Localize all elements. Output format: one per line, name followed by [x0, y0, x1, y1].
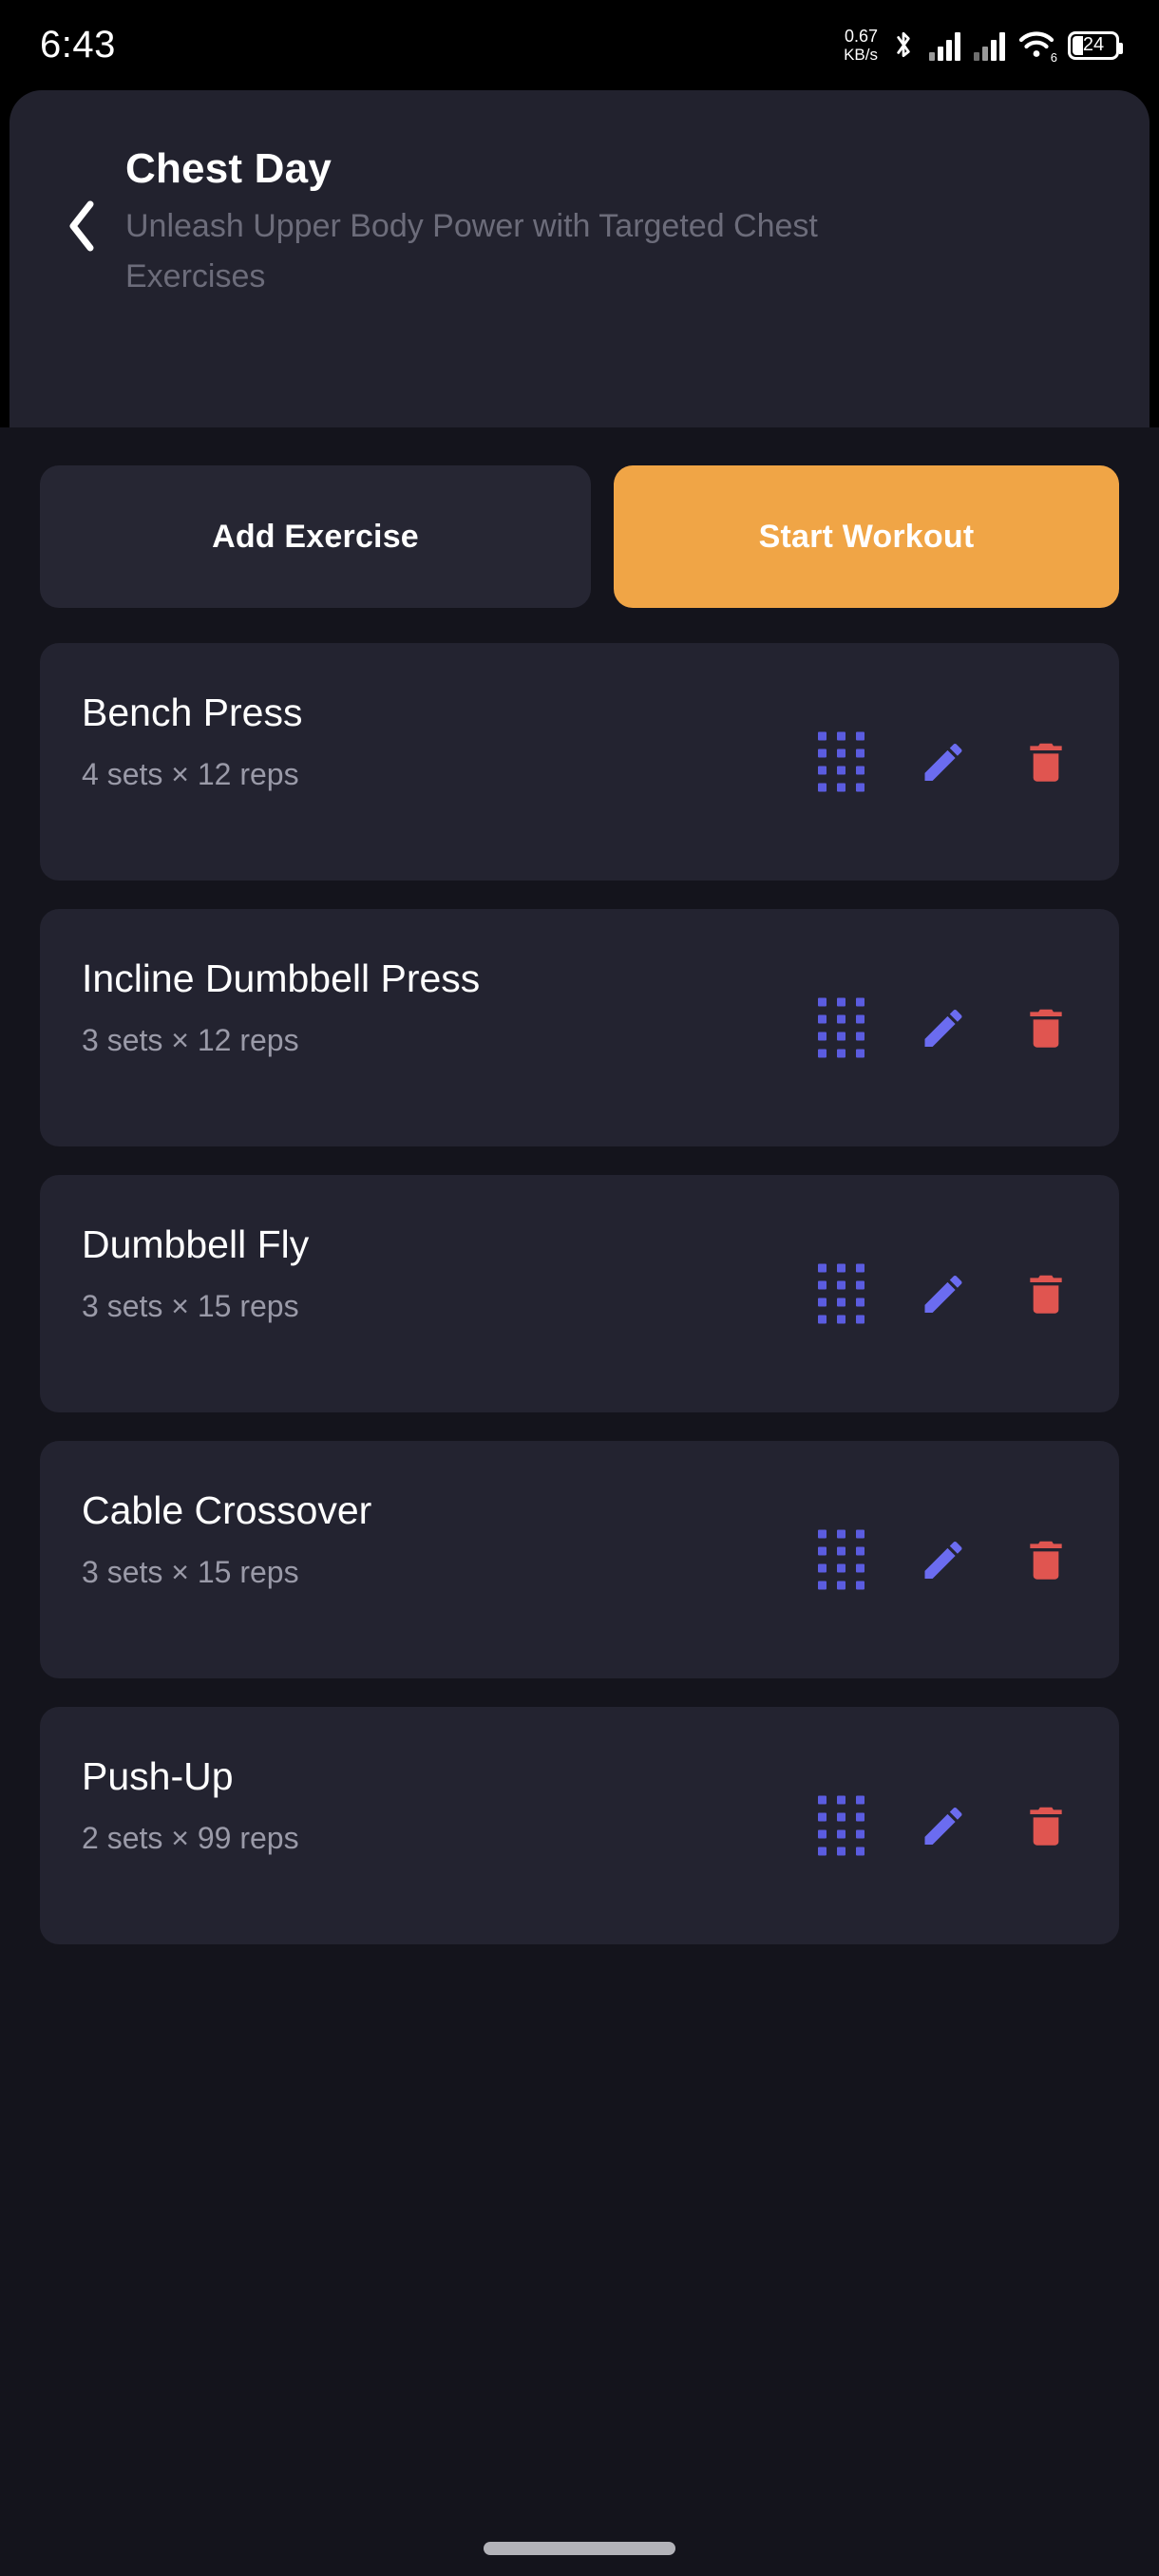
home-indicator[interactable]: [484, 2542, 675, 2555]
back-button[interactable]: [48, 192, 116, 260]
action-buttons-row: Add Exercise Start Workout: [0, 427, 1159, 608]
exercise-actions: [818, 1795, 1070, 1856]
exercise-actions: [818, 731, 1070, 792]
pencil-icon: [924, 1009, 962, 1047]
page-header: Chest Day Unleash Upper Body Power with …: [10, 90, 1150, 427]
bluetooth-icon: [897, 31, 910, 57]
exercise-actions: [818, 1529, 1070, 1590]
exercise-card[interactable]: Incline Dumbbell Press 3 sets × 12 reps: [40, 909, 1119, 1146]
edit-exercise-button[interactable]: [919, 1801, 968, 1850]
start-workout-button[interactable]: Start Workout: [614, 465, 1119, 608]
drag-handle-icon[interactable]: [818, 1795, 864, 1856]
chevron-left-icon: [69, 200, 94, 252]
pencil-icon: [924, 1275, 962, 1313]
trash-icon: [1030, 1541, 1062, 1580]
main-content: Add Exercise Start Workout Bench Press 4…: [0, 427, 1159, 2576]
pencil-icon: [924, 1541, 962, 1579]
delete-exercise-button[interactable]: [1022, 737, 1070, 786]
status-icons: 0.67 KB/s 6 24: [844, 26, 1123, 65]
add-exercise-button[interactable]: Add Exercise: [40, 465, 591, 608]
edit-exercise-button[interactable]: [919, 1003, 968, 1052]
trash-icon: [1030, 743, 1062, 782]
exercise-name: Incline Dumbbell Press: [82, 957, 481, 1000]
exercise-actions: [818, 1263, 1070, 1324]
network-speed-indicator: 0.67 KB/s: [844, 26, 878, 64]
network-speed-unit: KB/s: [844, 45, 878, 64]
status-bar: 6:43 0.67 KB/s 6 24: [0, 0, 1159, 90]
exercise-card[interactable]: Cable Crossover 3 sets × 15 reps: [40, 1441, 1119, 1678]
exercise-card[interactable]: Bench Press 4 sets × 12 reps: [40, 643, 1119, 881]
trash-icon: [1030, 1275, 1062, 1314]
page-subtitle: Unleash Upper Body Power with Targeted C…: [125, 208, 818, 294]
exercise-name: Push-Up: [82, 1754, 234, 1798]
wifi-icon: 6: [1018, 30, 1057, 65]
wifi-generation-label: 6: [1050, 49, 1057, 65]
exercise-name: Dumbbell Fly: [82, 1222, 310, 1266]
delete-exercise-button[interactable]: [1022, 1535, 1070, 1584]
drag-handle-icon[interactable]: [818, 731, 864, 792]
delete-exercise-button[interactable]: [1022, 1801, 1070, 1850]
pencil-icon: [924, 743, 962, 781]
drag-handle-icon[interactable]: [818, 1529, 864, 1590]
signal-icon: [974, 30, 1005, 61]
edit-exercise-button[interactable]: [919, 737, 968, 786]
pencil-icon: [924, 1807, 962, 1845]
exercise-card[interactable]: Dumbbell Fly 3 sets × 15 reps: [40, 1175, 1119, 1412]
delete-exercise-button[interactable]: [1022, 1269, 1070, 1318]
exercise-name: Bench Press: [82, 691, 303, 734]
network-speed-value: 0.67: [844, 26, 878, 46]
phone-screen: 6:43 0.67 KB/s 6 24 Chest Day Unleash Up…: [0, 0, 1159, 2576]
edit-exercise-button[interactable]: [919, 1535, 968, 1584]
drag-handle-icon[interactable]: [818, 1263, 864, 1324]
signal-icon: [929, 30, 960, 61]
exercise-name: Cable Crossover: [82, 1488, 372, 1532]
page-title: Chest Day: [125, 145, 332, 192]
trash-icon: [1030, 1009, 1062, 1048]
edit-exercise-button[interactable]: [919, 1269, 968, 1318]
delete-exercise-button[interactable]: [1022, 1003, 1070, 1052]
exercise-actions: [818, 997, 1070, 1058]
status-clock: 6:43: [40, 24, 116, 66]
exercise-list: Bench Press 4 sets × 12 reps Incline Dum…: [0, 608, 1159, 1944]
trash-icon: [1030, 1807, 1062, 1846]
battery-icon: 24: [1068, 30, 1123, 60]
exercise-card[interactable]: Push-Up 2 sets × 99 reps: [40, 1707, 1119, 1944]
drag-handle-icon[interactable]: [818, 997, 864, 1058]
battery-level-label: 24: [1082, 34, 1105, 55]
